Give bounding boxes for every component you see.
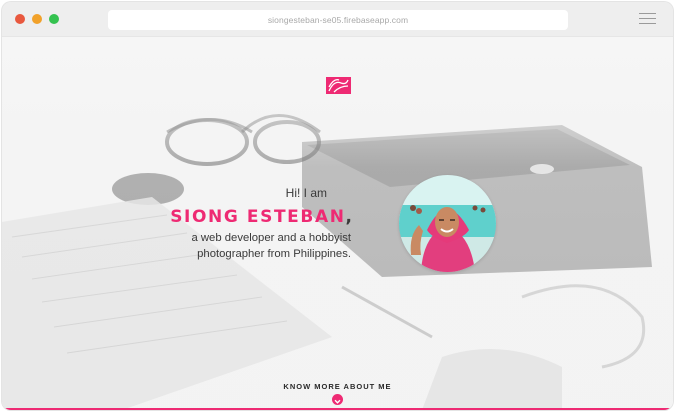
- bio-text: a web developer and a hobbyist photograp…: [152, 230, 351, 262]
- minimize-window-button[interactable]: [32, 14, 42, 24]
- intro-text: Hi! I am SIONG ESTEBAN, a web developer …: [152, 186, 352, 262]
- hamburger-menu-icon[interactable]: [639, 12, 656, 26]
- browser-window: siongesteban-se05.firebaseapp.com Hi! I …: [2, 2, 673, 410]
- avatar-photo: [399, 175, 496, 272]
- owner-name-line: SIONG ESTEBAN,: [152, 206, 352, 228]
- owner-name: SIONG ESTEBAN: [170, 207, 346, 227]
- chevron-down-icon[interactable]: [332, 394, 343, 405]
- maximize-window-button[interactable]: [49, 14, 59, 24]
- owner-name-comma: ,: [345, 207, 352, 227]
- accent-divider: [2, 408, 673, 410]
- browser-titlebar: siongesteban-se05.firebaseapp.com: [2, 2, 673, 37]
- greeting-text: Hi! I am: [285, 186, 327, 200]
- avatar: [399, 175, 496, 272]
- bio-line-2: photographer from Philippines.: [197, 248, 351, 260]
- bio-line-1: a web developer and a hobbyist: [191, 232, 351, 244]
- know-more-link[interactable]: KNOW MORE ABOUT ME: [2, 382, 673, 391]
- hero-section: Hi! I am SIONG ESTEBAN, a web developer …: [2, 37, 673, 410]
- logo-icon[interactable]: [326, 77, 351, 94]
- close-window-button[interactable]: [15, 14, 25, 24]
- address-bar-url: siongesteban-se05.firebaseapp.com: [267, 15, 409, 25]
- address-bar[interactable]: siongesteban-se05.firebaseapp.com: [108, 10, 568, 30]
